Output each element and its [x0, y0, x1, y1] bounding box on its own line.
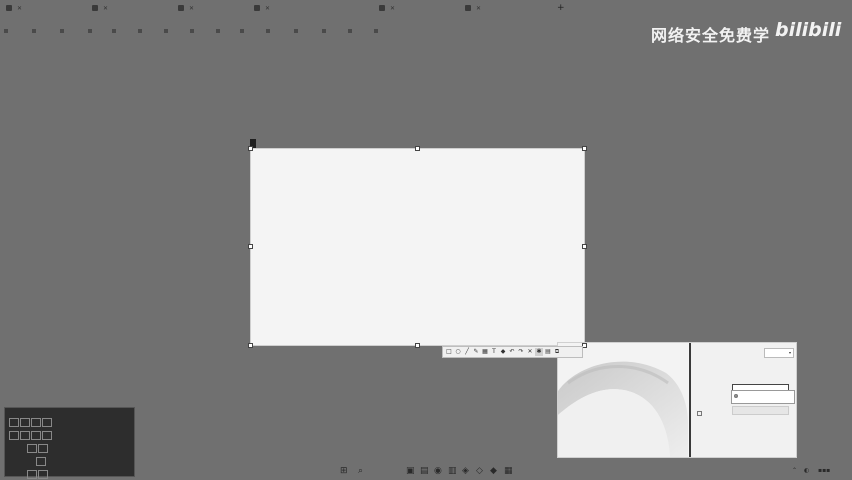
login-form: ▾ ! — [691, 343, 796, 457]
bookmark-item[interactable] — [348, 28, 353, 34]
bookmark-item[interactable] — [216, 28, 221, 34]
favicon-icon — [178, 5, 184, 11]
cancel-icon[interactable]: ✕ — [526, 348, 534, 356]
bookmark-item[interactable] — [240, 28, 245, 34]
resize-handle[interactable] — [415, 146, 420, 151]
favicon-icon — [465, 5, 471, 11]
resize-handle[interactable] — [248, 343, 253, 348]
search-icon[interactable]: ⌕ — [358, 466, 363, 476]
text-icon[interactable]: T — [490, 348, 498, 356]
redo-icon[interactable]: ↷ — [517, 348, 525, 356]
resize-handle[interactable] — [248, 146, 253, 151]
bookmark-item[interactable] — [88, 28, 93, 34]
login-button[interactable] — [732, 406, 789, 415]
bookmark-item[interactable] — [4, 28, 9, 34]
validation-tooltip: ! — [731, 390, 795, 404]
help-row — [9, 411, 131, 427]
bookmark-item[interactable] — [138, 28, 143, 34]
help-row — [9, 424, 131, 440]
terminal-icon[interactable]: ▥ — [448, 466, 457, 476]
close-tab-icon[interactable]: ✕ — [390, 5, 395, 12]
wave-illustration — [558, 361, 688, 457]
close-tab-icon[interactable]: ✕ — [265, 5, 270, 12]
help-row — [9, 450, 131, 466]
clock-icon[interactable]: ▪▪▪ — [818, 467, 830, 474]
key-combo — [36, 451, 47, 466]
login-illustration — [558, 343, 688, 457]
resize-handle[interactable] — [582, 146, 587, 151]
browser-tab[interactable]: ✕ — [6, 4, 22, 16]
close-tab-icon[interactable]: ✕ — [103, 5, 108, 12]
screen: ✕ ✕ ✕ ✕ ✕ ✕ + 网络安全免费学 bilibili ▾ ! □ ○ ╱… — [0, 0, 852, 480]
favicon-icon — [379, 5, 385, 11]
browser-tab[interactable]: ✕ — [178, 4, 194, 16]
bookmark-item[interactable] — [190, 28, 195, 34]
bookmark-item[interactable] — [294, 28, 299, 34]
app-icon[interactable]: ▦ — [504, 466, 513, 476]
mosaic-icon[interactable]: ▦ — [481, 348, 489, 356]
close-tab-icon[interactable]: ✕ — [189, 5, 194, 12]
language-select[interactable]: ▾ — [764, 348, 794, 358]
browser-icon[interactable]: ◉ — [434, 466, 442, 476]
bookmark-item[interactable] — [32, 28, 37, 34]
chevron-down-icon: ▾ — [788, 350, 791, 355]
favicon-icon — [6, 5, 12, 11]
capture-region[interactable]: ▾ ! — [248, 146, 797, 458]
annotation-toolbar: □ ○ ╱ ✎ ▦ T ◆ ↶ ↷ ✕ ✱ ▤ ⧉ — [442, 346, 583, 358]
bookmark-item[interactable] — [60, 28, 65, 34]
bookmark-item[interactable] — [164, 28, 169, 34]
browser-tab[interactable]: ✕ — [465, 4, 481, 16]
watermark-text: 网络安全免费学 — [651, 26, 771, 45]
resize-handle[interactable] — [415, 343, 420, 348]
browser-tab[interactable]: ✕ — [379, 4, 395, 16]
warning-icon: ! — [734, 394, 738, 398]
bookmark-item[interactable] — [322, 28, 327, 34]
bookmark-item[interactable] — [374, 28, 379, 34]
network-icon[interactable]: ⌃ — [792, 467, 797, 474]
key-combo — [9, 412, 53, 427]
app-icon[interactable]: ◇ — [476, 466, 483, 476]
close-tab-icon[interactable]: ✕ — [17, 5, 22, 12]
resize-handle[interactable] — [582, 244, 587, 249]
undo-icon[interactable]: ↶ — [508, 348, 516, 356]
plus-icon[interactable]: + — [557, 3, 565, 13]
bookmark-item[interactable] — [112, 28, 117, 34]
shortcut-help-panel — [4, 407, 135, 479]
close-tab-icon[interactable]: ✕ — [476, 5, 481, 12]
key-combo — [9, 425, 53, 440]
app-icon[interactable]: ◆ — [490, 466, 497, 476]
help-row — [9, 437, 131, 453]
pin-icon[interactable]: ✱ — [535, 348, 543, 356]
save-icon[interactable]: ▤ — [544, 348, 552, 356]
browser-tab[interactable]: ✕ — [92, 4, 108, 16]
key-combo — [27, 438, 49, 453]
bookmark-item[interactable] — [266, 28, 271, 34]
key-combo — [27, 464, 49, 479]
browser-tab[interactable]: ✕ — [254, 4, 270, 16]
pen-icon[interactable]: ✎ — [472, 348, 480, 356]
browser-tab-strip: ✕ ✕ ✕ ✕ ✕ ✕ + — [0, 0, 630, 22]
explorer-icon[interactable]: ▤ — [420, 466, 429, 476]
taskview-icon[interactable]: ▣ — [406, 466, 415, 476]
favicon-icon — [92, 5, 98, 11]
bilibili-logo: bilibili — [775, 19, 842, 41]
app-icon[interactable]: ◈ — [462, 466, 469, 476]
copy-icon[interactable]: ⧉ — [553, 348, 561, 356]
line-icon[interactable]: ╱ — [463, 348, 471, 356]
rect-icon[interactable]: □ — [445, 348, 453, 356]
help-row — [9, 463, 131, 479]
login-card: ▾ ! — [557, 342, 797, 458]
start-icon[interactable]: ⊞ — [340, 466, 348, 476]
volume-icon[interactable]: ◐ — [804, 467, 809, 474]
ellipse-icon[interactable]: ○ — [454, 348, 462, 356]
remember-checkbox[interactable] — [697, 411, 702, 416]
favicon-icon — [254, 5, 260, 11]
eraser-icon[interactable]: ◆ — [499, 348, 507, 356]
resize-handle[interactable] — [248, 244, 253, 249]
